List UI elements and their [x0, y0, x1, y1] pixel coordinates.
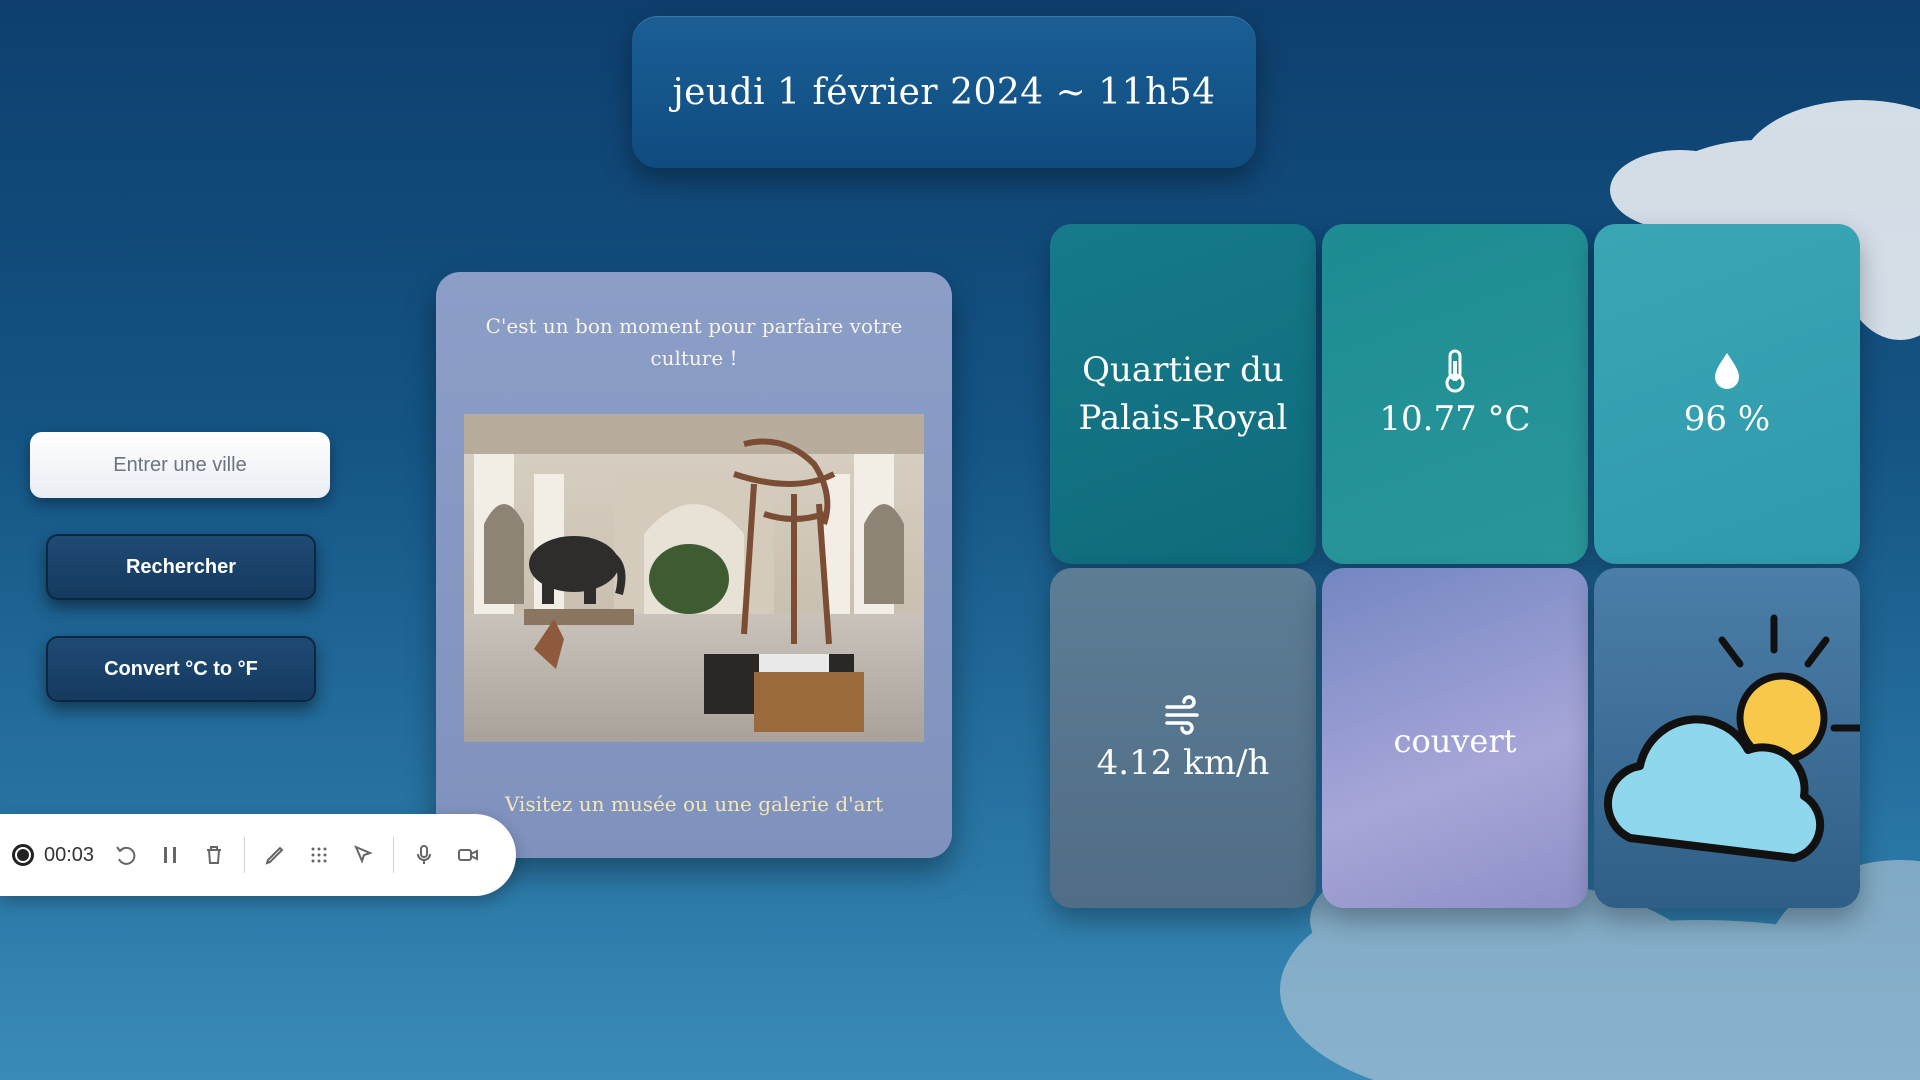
- city-search-input[interactable]: [30, 432, 330, 498]
- date-time: jeudi 1 février 2024 ~ 11h54: [672, 71, 1216, 113]
- grid-button[interactable]: [297, 833, 341, 877]
- toolbar-divider: [244, 837, 245, 873]
- recorder-toolbar: 00:03: [0, 814, 516, 896]
- video-camera-icon: [458, 849, 478, 861]
- condition-tile: [1594, 568, 1860, 908]
- pencil-icon: [265, 846, 284, 865]
- date-banner: jeudi 1 février 2024 ~ 11h54: [632, 16, 1256, 168]
- convert-temperature-button[interactable]: Convert °C to °F: [46, 636, 316, 702]
- wind-icon: [1165, 695, 1199, 735]
- restart-button[interactable]: [104, 833, 148, 877]
- suggestion-title: C'est un bon moment pour parfaire votre …: [485, 314, 903, 370]
- search-button[interactable]: Rechercher: [46, 534, 316, 600]
- trash-icon: [207, 846, 221, 864]
- grid-dots-icon: [311, 847, 327, 863]
- partly-cloudy-icon: [1604, 614, 1860, 862]
- humidity-value: 96 %: [1683, 399, 1771, 439]
- microphone-button[interactable]: [402, 833, 446, 877]
- draw-button[interactable]: [253, 833, 297, 877]
- recording-timer: 00:03: [44, 843, 95, 866]
- pause-button[interactable]: [148, 833, 192, 877]
- cursor-button[interactable]: [341, 833, 385, 877]
- description-tile: couvert: [1322, 568, 1588, 908]
- temperature-value: 10.77 °C: [1379, 399, 1531, 439]
- suggestion-card: C'est un bon moment pour parfaire votre …: [436, 272, 952, 858]
- restart-icon: [116, 846, 136, 865]
- wind-value: 4.12 km/h: [1096, 743, 1270, 783]
- weather-description: couvert: [1393, 722, 1517, 760]
- cursor-icon: [354, 845, 373, 864]
- museum-photo: [464, 414, 924, 742]
- pause-icon: [164, 847, 176, 863]
- droplet-icon: [1715, 353, 1739, 389]
- toolbar-divider: [393, 837, 394, 873]
- temperature-tile: 10.77 °C: [1322, 224, 1588, 564]
- humidity-tile: 96 %: [1594, 224, 1860, 564]
- thermometer-icon: [1445, 349, 1465, 393]
- city-tile: Quartier du Palais-Royal: [1050, 224, 1316, 564]
- record-icon[interactable]: [12, 844, 34, 866]
- suggestion-footer: Visitez un musée ou une galerie d'art: [504, 792, 884, 816]
- city-name: Quartier du Palais-Royal: [1078, 350, 1288, 438]
- wind-tile: 4.12 km/h: [1050, 568, 1316, 908]
- delete-button[interactable]: [192, 833, 236, 877]
- camera-button[interactable]: [446, 833, 490, 877]
- microphone-icon: [417, 845, 431, 864]
